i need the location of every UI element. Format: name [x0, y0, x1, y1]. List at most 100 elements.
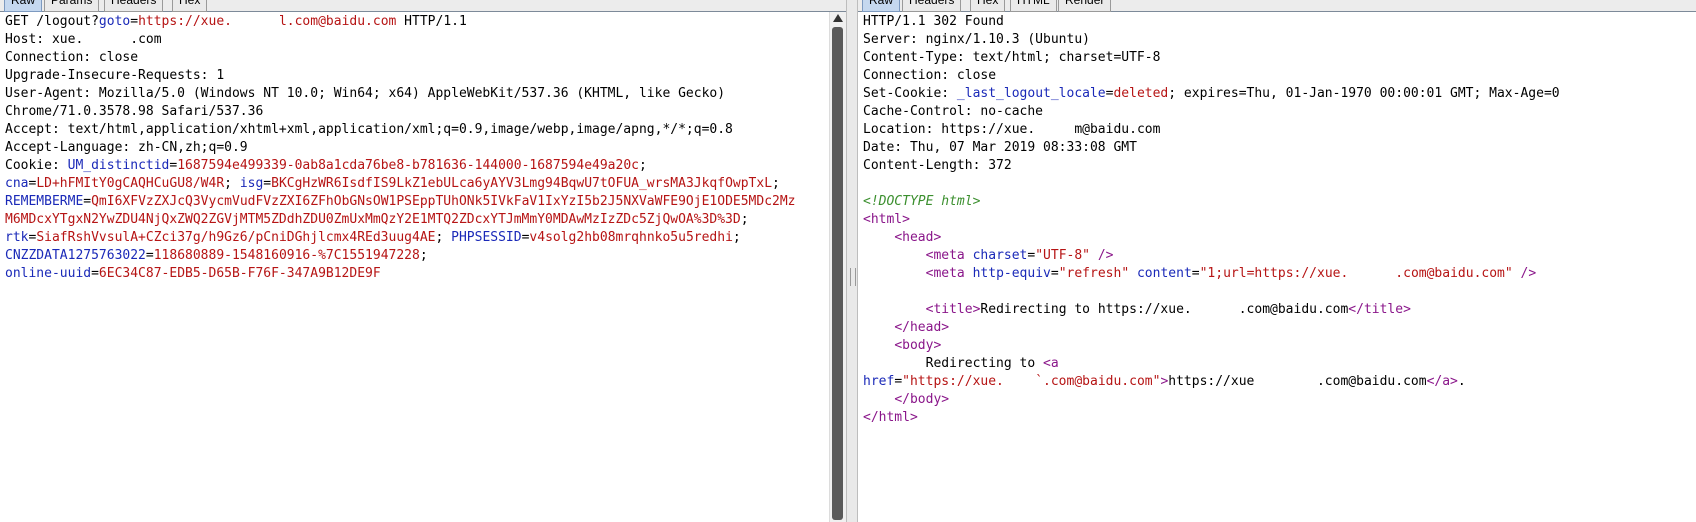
right-text-line: Location: https://xue. m@baidu.com — [858, 121, 1696, 139]
text-segment: User-Agent: Mozilla/5.0 (Windows NT 10.0… — [5, 86, 726, 101]
redacted-segment — [1035, 121, 1075, 139]
text-segment: = — [894, 374, 903, 389]
text-segment: _last_logout_locale — [956, 86, 1106, 101]
tab-html[interactable]: HTML — [1010, 0, 1057, 12]
tab-raw[interactable]: Raw — [4, 0, 43, 12]
text-segment: rtk — [5, 230, 29, 245]
request-editor[interactable]: GET /logout?goto=https://xue. l.com@baid… — [0, 13, 846, 522]
right-text-line: <meta charset="UTF-8" /> — [858, 247, 1696, 265]
text-segment: cna — [5, 176, 29, 191]
left-text-line: CNZZDATA1275763022=118680889-1548160916-… — [0, 247, 846, 265]
text-segment: Connection: close — [863, 68, 997, 83]
text-segment: "UTF-8" — [1035, 248, 1091, 263]
text-segment: LD+hFMItY0gCAQHCuGU8/W4R — [36, 176, 225, 191]
text-segment: .com@baidu.com" — [1395, 266, 1513, 281]
redacted-segment — [1348, 265, 1396, 283]
text-segment: "1;url=https://xue. — [1199, 266, 1349, 281]
tab-raw[interactable]: Raw — [862, 0, 901, 12]
left-text-line: Accept: text/html,application/xhtml+xml,… — [0, 121, 846, 139]
right-text-line: Connection: close — [858, 67, 1696, 85]
text-segment: https://xue. — [138, 14, 232, 29]
text-segment: <!DOCTYPE html> — [863, 194, 981, 209]
redacted-segment — [1003, 373, 1036, 391]
response-editor[interactable]: HTTP/1.1 302 Found Server: nginx/1.10.3 (… — [858, 13, 1696, 522]
text-segment: goto — [98, 14, 131, 29]
text-segment: 1687594e499339-0ab8a1cda76be8-b781636-14… — [177, 158, 639, 173]
scroll-up-arrow-icon[interactable] — [833, 14, 843, 22]
redacted-segment — [1254, 373, 1317, 391]
text-segment: <title> — [925, 302, 981, 317]
text-segment: ; — [732, 230, 741, 245]
text-segment: CNZZDATA1275763022 — [5, 248, 146, 263]
tab-headers[interactable]: Headers — [104, 0, 164, 12]
text-segment: Host: xue. — [5, 32, 84, 47]
text-segment: Chrome/71.0.3578.98 Safari/537.36 — [5, 104, 264, 119]
text-segment: Content-Length: 372 — [863, 158, 1012, 173]
text-segment: </body> — [894, 392, 950, 407]
right-text-line: Content-Length: 372 — [858, 157, 1696, 175]
text-segment: href — [863, 374, 895, 389]
right-text-line: <title>Redirecting to https://xue. .com@… — [858, 301, 1696, 319]
text-segment: Accept-Language: zh-CN,zh;q=0.9 — [5, 140, 248, 155]
text-segment: Cookie: — [5, 158, 68, 173]
text-segment: /> — [1512, 266, 1537, 281]
tab-headers[interactable]: Headers — [902, 0, 962, 12]
text-segment: .com@baidu.com — [1238, 302, 1349, 317]
text-segment: = — [1191, 266, 1200, 281]
text-segment: <html> — [863, 212, 910, 227]
text-segment: </title> — [1348, 302, 1411, 317]
text-segment: <meta — [925, 248, 973, 263]
pane-splitter[interactable] — [846, 0, 858, 522]
text-segment: https://xue — [1168, 374, 1255, 389]
text-segment: = — [1050, 266, 1059, 281]
text-segment: l.com@baidu.com — [278, 14, 397, 29]
text-segment: deleted — [1113, 86, 1169, 101]
text-segment: http-equiv — [972, 266, 1051, 281]
right-text-line: Server: nginx/1.10.3 (Ubuntu) — [858, 31, 1696, 49]
text-segment: 118680889-1548160916-%7C1551947228 — [153, 248, 420, 263]
text-segment: Upgrade-Insecure-Requests: 1 — [5, 68, 225, 83]
text-segment: .com — [122, 32, 162, 47]
left-text-line: rtk=SiafRshVvsulA+CZci37g/h9Gz6/pCniDGhj… — [0, 229, 846, 247]
text-segment: QmI6XFVzZXJcQ3VycmVudFVzZXI6ZFhObGNsOW1P… — [91, 194, 796, 209]
tab-hex[interactable]: Hex — [970, 0, 1006, 12]
text-segment: Cache-Control: no-cache — [863, 104, 1044, 119]
text-segment: `.com@baidu.com" — [1035, 374, 1161, 389]
right-text-line: <!DOCTYPE html> — [858, 193, 1696, 211]
text-segment: Accept: text/html,application/xhtml+xml,… — [5, 122, 733, 137]
text-segment: ; — [772, 176, 780, 191]
text-segment: m@baidu.com — [1074, 122, 1161, 137]
redacted-segment — [83, 31, 123, 49]
text-segment — [863, 302, 926, 317]
left-text-line: Host: xue. .com — [0, 31, 846, 49]
text-segment: v4solg2hb08mrqhnko5u5redhi — [529, 230, 733, 245]
tab-render[interactable]: Render — [1058, 0, 1112, 12]
text-segment — [1129, 266, 1137, 281]
response-tab-bar: Raw Headers Hex HTML Render — [858, 0, 1696, 12]
text-segment: <a — [1043, 356, 1059, 371]
right-text-line: Content-Type: text/html; charset=UTF-8 — [858, 49, 1696, 67]
scrollbar-thumb[interactable] — [832, 27, 843, 520]
request-tab-bar: Raw Params Headers Hex — [0, 0, 846, 12]
left-text-line: online-uuid=6EC34C87-EDB5-D65B-F76F-347A… — [0, 265, 846, 283]
text-segment: ; — [419, 248, 428, 263]
text-segment: ; — [224, 176, 240, 191]
request-scrollbar[interactable] — [829, 12, 846, 522]
right-text-line: <body> — [858, 337, 1696, 355]
right-text-line: Date: Thu, 07 Mar 2019 08:33:08 GMT — [858, 139, 1696, 157]
request-pane: Raw Params Headers Hex GET /logout?goto=htt… — [0, 0, 846, 522]
text-segment: "https://xue. — [902, 374, 1004, 389]
text-segment: PHPSESSID — [451, 230, 522, 245]
text-segment: .com@baidu.com — [1316, 374, 1427, 389]
left-text-line: M6MDcxYTgxN2YwZDU4NjQxZWQ2ZGVjMTM5ZDdhZD… — [0, 211, 846, 229]
text-segment: "refresh" — [1058, 266, 1130, 281]
tab-params[interactable]: Params — [44, 0, 100, 12]
text-segment: . — [1457, 374, 1466, 389]
splitter-grip-icon[interactable] — [850, 268, 856, 286]
text-segment: charset — [972, 248, 1028, 263]
text-segment: M6MDcxYTgxN2YwZDU4NjQxZWQ2ZGVjMTM5ZDdhZD… — [5, 212, 741, 227]
right-text-line: <html> — [858, 211, 1696, 229]
text-segment: ; — [740, 212, 749, 227]
tab-hex[interactable]: Hex — [172, 0, 208, 12]
text-segment: </head> — [894, 320, 950, 335]
